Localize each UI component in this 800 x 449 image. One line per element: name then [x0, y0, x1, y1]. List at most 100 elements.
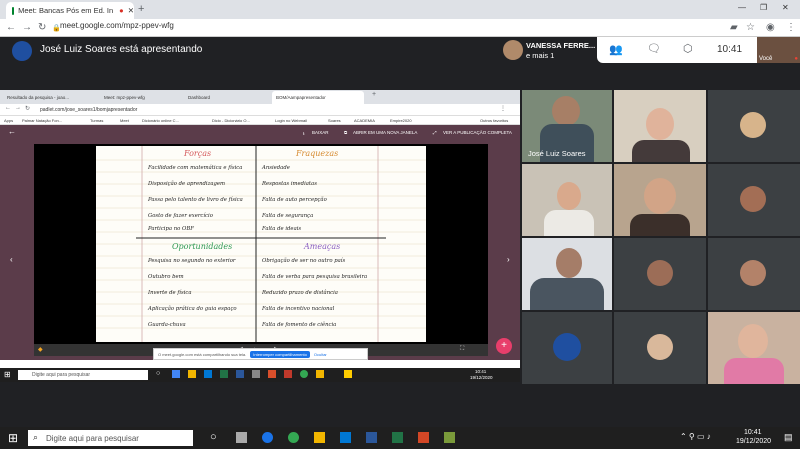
inner-tab-search[interactable]: Resultado da pesquisa - joao... — [3, 91, 98, 104]
word-icon[interactable] — [366, 432, 377, 443]
bookmark-item[interactable]: Soares — [328, 118, 341, 123]
q3-item: Pesquisa no segundo no exterior — [148, 258, 236, 264]
fullscreen-icon[interactable]: ⛶ — [460, 346, 464, 353]
inner-app-icon[interactable] — [268, 370, 276, 378]
menu-icon[interactable]: ⋮ — [786, 22, 796, 33]
tab-meet[interactable]: Meet: Bancas Pós em Ed. In ● ✕ — [6, 2, 134, 19]
close-window-button[interactable]: ✕ — [782, 3, 789, 12]
participant-tile-avatar — [614, 312, 706, 384]
inner-app-icon[interactable] — [316, 370, 324, 378]
inner-clock-date: 19/12/2020 — [470, 375, 493, 380]
inner-app-icon[interactable] — [188, 370, 196, 378]
inner-app-icon[interactable] — [172, 370, 180, 378]
padlet-back-icon[interactable]: ← — [8, 127, 16, 136]
inner-forward-icon[interactable]: → — [15, 105, 21, 111]
inner-back-icon[interactable]: ← — [5, 105, 11, 111]
padlet-add-button[interactable]: + — [496, 338, 512, 354]
hide-notification-button[interactable]: Ocultar — [314, 352, 327, 357]
bookmark-item[interactable]: Outros favoritos — [480, 118, 508, 123]
inner-tab-meet[interactable]: Meet: mpz-ppev-wfg — [100, 91, 180, 104]
inner-task-view-icon[interactable]: ○ — [156, 370, 160, 377]
bookmark-item[interactable]: Palmar Natação Fon... — [22, 118, 62, 123]
inner-reload-icon[interactable]: ↻ — [25, 105, 30, 112]
bookmark-item[interactable]: Turmas — [90, 118, 103, 123]
profile-icon[interactable]: ◉ — [766, 22, 775, 33]
download-icon: ⭳ — [303, 131, 305, 136]
back-icon[interactable]: ← — [6, 22, 16, 33]
top-participant-name: VANESSA FERRE... — [526, 41, 596, 50]
inner-app-icon[interactable] — [252, 370, 260, 378]
camera-icon[interactable]: ▰ — [730, 22, 738, 33]
inner-start-icon[interactable]: ⊞ — [4, 370, 11, 379]
windows-taskbar: ⊞ ⌕ Digite aqui para pesquisar ○ ⌃ ⚲ ▭ ♪… — [0, 427, 800, 449]
shared-screen: Resultado da pesquisa - joao... Meet: mp… — [0, 90, 520, 382]
bookmark-star-icon[interactable]: ☆ — [746, 22, 755, 33]
participant-face — [557, 182, 581, 210]
reload-icon[interactable]: ↻ — [38, 22, 46, 33]
q1-item: Facilidade com matemática e física — [148, 165, 243, 171]
q2-item: Falta de segurança — [262, 213, 314, 219]
app-icon[interactable] — [444, 432, 455, 443]
bookmark-item[interactable]: Meet — [120, 118, 129, 123]
powerpoint-icon[interactable] — [418, 432, 429, 443]
inner-app-icon[interactable] — [220, 370, 228, 378]
recording-icon: ● — [119, 6, 124, 15]
bookmark-item[interactable]: Empire2020 — [390, 118, 412, 123]
participant-face — [646, 108, 674, 140]
tab-meet-label: Meet: Bancas Pós em Ed. In — [18, 6, 114, 15]
windows-start-icon[interactable]: ⊞ — [8, 431, 18, 445]
open-new-window-button[interactable]: ABRIR EM UMA NOVA JANELA — [353, 130, 417, 135]
people-icon[interactable]: 👥 — [609, 43, 623, 56]
inner-chrome-icon[interactable] — [300, 370, 308, 378]
file-explorer-icon[interactable] — [314, 432, 325, 443]
inner-new-tab-button[interactable]: + — [372, 91, 376, 98]
tab-close-icon[interactable]: ✕ — [128, 6, 134, 15]
inner-app-icon[interactable] — [284, 370, 292, 378]
inner-search-box[interactable]: Digite aqui para pesquisar — [18, 370, 148, 380]
activities-icon[interactable]: ⬡ — [683, 42, 693, 55]
tray-icons[interactable]: ⌃ ⚲ ▭ ♪ — [680, 432, 711, 441]
bookmark-item[interactable]: Dicio - Dicionário O... — [212, 118, 250, 123]
excel-icon[interactable] — [392, 432, 403, 443]
inner-tab-padlet[interactable]: BOM/Aampapresentador — [272, 91, 364, 104]
app-icon[interactable] — [236, 432, 247, 443]
q1-title: Forças — [184, 149, 212, 158]
bookmark-item[interactable]: Dicionário online C... — [142, 118, 179, 123]
inner-tab-dashboard[interactable]: Dashboard — [184, 91, 269, 104]
outer-omnibox-bar: ← → ↻ 🔒 meet.google.com/mpz-ppev-wfg ▰ ☆… — [0, 19, 800, 37]
search-icon: ⌕ — [33, 432, 39, 442]
stop-sharing-button[interactable]: Interromper compartilhamento — [250, 350, 310, 358]
edge-icon[interactable] — [262, 432, 273, 443]
taskbar-search-placeholder: Digite aqui para pesquisar — [46, 433, 139, 443]
inner-app-icon[interactable] — [236, 370, 244, 378]
bookmark-item[interactable]: Apps — [4, 118, 13, 123]
bookmark-item[interactable]: Login no Webmail — [275, 118, 307, 123]
padlet-next-icon[interactable]: › — [507, 255, 510, 264]
chat-icon[interactable]: 🗨 — [647, 42, 661, 55]
mail-icon[interactable] — [340, 432, 351, 443]
padlet-prev-icon[interactable]: ‹ — [10, 255, 13, 264]
task-view-icon[interactable]: ○ — [210, 431, 217, 443]
participant-tile-avatar — [614, 238, 706, 310]
participant-face — [644, 178, 676, 214]
address-bar[interactable]: meet.google.com/mpz-ppev-wfg — [60, 21, 174, 30]
notifications-icon[interactable]: ▤ — [784, 432, 793, 443]
q1-item: Disposição de aprendizagem — [148, 181, 226, 187]
chrome-icon[interactable] — [288, 432, 299, 443]
inner-app-icon[interactable] — [344, 370, 352, 378]
participant-tile — [522, 238, 612, 310]
taskbar-search-box[interactable]: ⌕ Digite aqui para pesquisar — [28, 430, 193, 446]
inner-menu-icon[interactable]: ⋮ — [500, 105, 506, 112]
forward-icon[interactable]: → — [22, 22, 32, 33]
inner-address-bar[interactable]: padlet.com/jose_soares1/bomjapresentador — [40, 107, 137, 113]
bookmark-item[interactable]: ACADEMIA — [354, 118, 375, 123]
participant-body — [544, 210, 594, 236]
minimize-button[interactable]: — — [738, 3, 746, 12]
view-publication-button[interactable]: VER A PUBLICAÇÃO COMPLETA — [443, 130, 512, 135]
maximize-button[interactable]: ❐ — [760, 3, 767, 12]
new-tab-button[interactable]: + — [138, 3, 144, 15]
q2-item: Ansiedade — [262, 165, 290, 171]
inner-app-icon[interactable] — [204, 370, 212, 378]
download-button[interactable]: BAIXAR — [312, 130, 329, 135]
q4-item: Obrigação de ser no outro país — [262, 258, 346, 264]
